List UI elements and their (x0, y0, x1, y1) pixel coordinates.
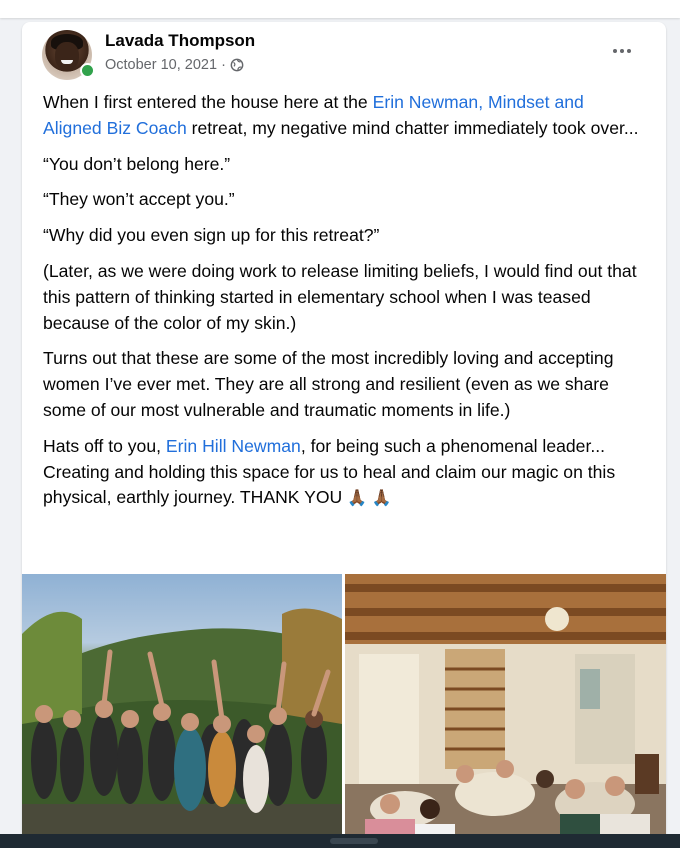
folded-hands-emoji: 🙏🏾 🙏🏾 (347, 490, 392, 508)
bottom-bar-handle (330, 838, 378, 844)
indoor-group-illustration (345, 574, 666, 848)
online-status-icon (80, 63, 95, 78)
avatar-face (55, 42, 79, 70)
meta-separator: · (221, 57, 226, 73)
post-photo-outdoor-group[interactable] (22, 574, 342, 848)
top-bar (0, 0, 680, 18)
globe-icon[interactable] (230, 58, 244, 72)
outdoor-group-illustration (22, 608, 342, 848)
post-photo-indoor-group[interactable] (345, 574, 666, 848)
post-quote-2: “They won’t accept you.” (43, 189, 235, 210)
post-paragraph-4: Hats off to you, Erin Hill Newman, for b… (43, 434, 643, 512)
post-text: When I first entered the house here at t… (43, 90, 643, 522)
post-paragraph-2: (Later, as we were doing work to release… (43, 260, 637, 333)
post-quote-3: “Why did you even sign up for this retre… (43, 225, 380, 246)
mention-link-erin-hill-newman[interactable]: Erin Hill Newman (166, 436, 301, 456)
post-meta: October 10, 2021 · (105, 57, 244, 73)
bottom-bar (0, 834, 680, 848)
post-quote-1: “You don’t belong here.” (43, 153, 231, 174)
post-date[interactable]: October 10, 2021 (105, 57, 217, 73)
post-paragraph-1: When I first entered the house here at t… (43, 92, 639, 138)
post-card: Lavada Thompson October 10, 2021 · When … (22, 22, 666, 848)
author-name[interactable]: Lavada Thompson (105, 31, 255, 51)
post-paragraph-3: Turns out that these are some of the mos… (43, 348, 614, 420)
more-options-icon[interactable] (607, 42, 637, 60)
